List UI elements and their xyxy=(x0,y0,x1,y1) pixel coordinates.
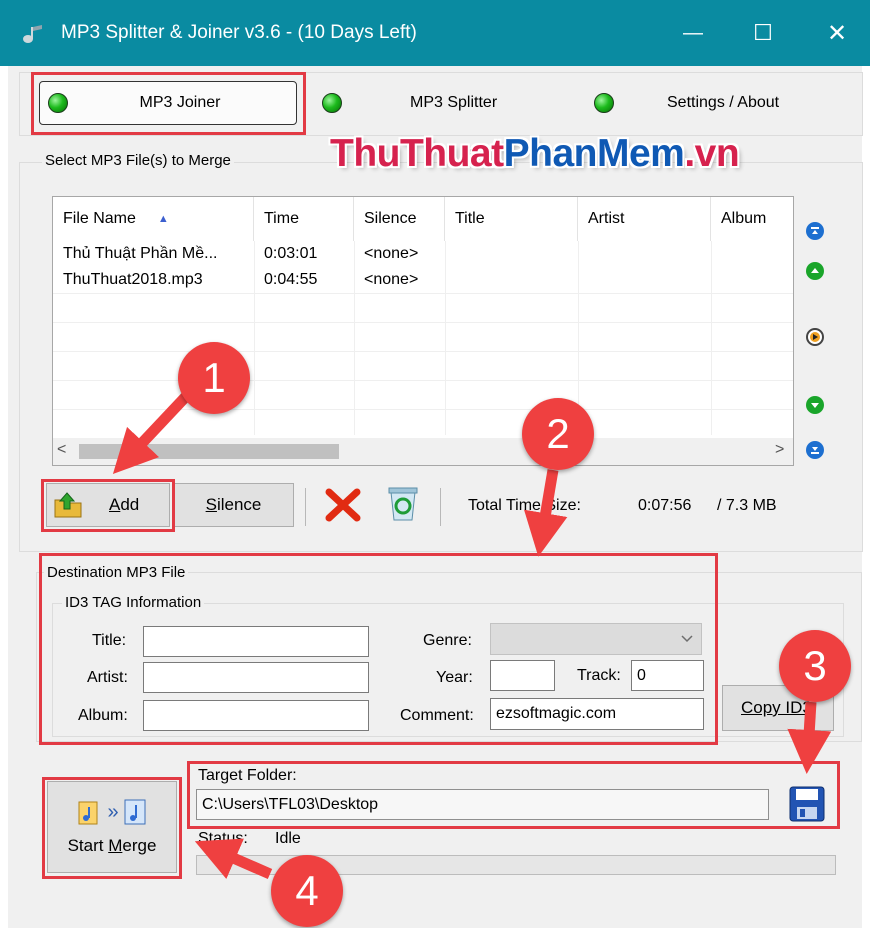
arrow-3 xyxy=(787,701,832,774)
annotation-badge-4: 4 xyxy=(271,855,343,927)
arrow-2 xyxy=(523,469,568,557)
annotation-badge-1: 1 xyxy=(178,342,250,414)
annotation-badge-2: 2 xyxy=(522,398,594,470)
arrow-1 xyxy=(112,386,197,475)
annotation-badge-3: 3 xyxy=(779,630,851,702)
annotation-arrows xyxy=(112,386,832,880)
arrow-4 xyxy=(194,838,273,880)
